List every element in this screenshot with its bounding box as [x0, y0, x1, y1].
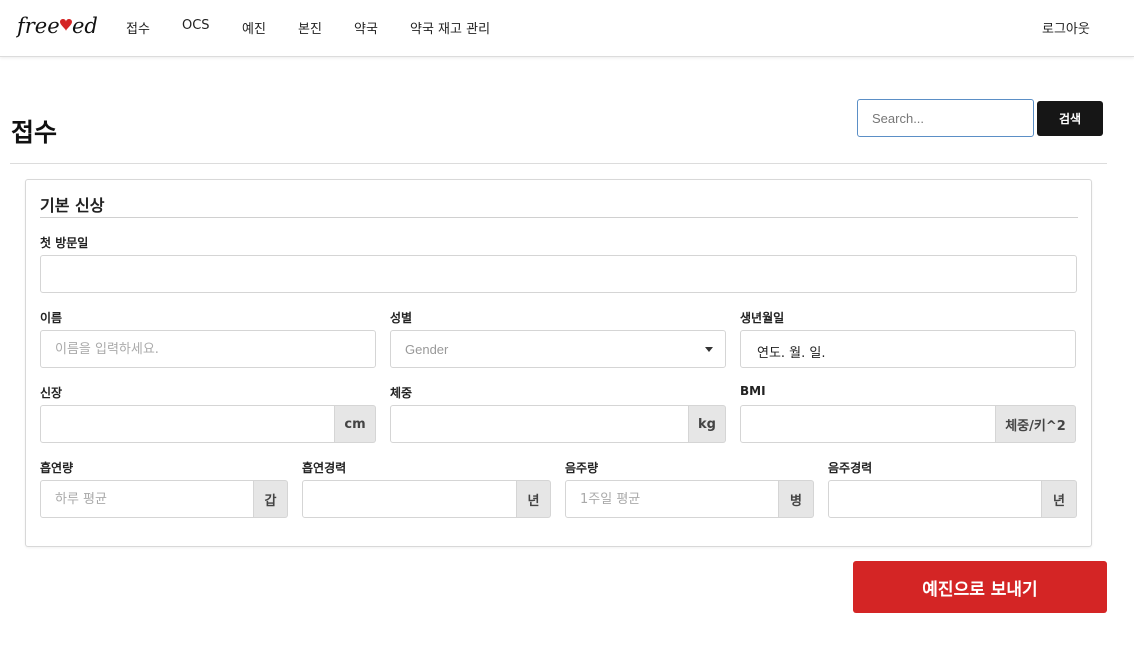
smoking-years-label: 흡연경력 [302, 461, 347, 475]
height-input[interactable] [40, 405, 335, 443]
weight-unit: kg [689, 405, 726, 443]
birth-date-value: 연도. 월. 일. [757, 346, 826, 361]
first-visit-input[interactable] [40, 255, 1077, 293]
top-navbar: free ed 접수 OCS 예진 본진 약국 약국 재고 관리 로그아웃 [0, 0, 1134, 57]
birth-date-input[interactable]: 연도. 월. 일. [740, 330, 1076, 368]
drinking-years-input[interactable] [828, 480, 1042, 518]
smoking-years-input[interactable] [302, 480, 517, 518]
nav-item-ocs[interactable]: OCS [182, 18, 210, 33]
gender-label: 성별 [390, 311, 413, 325]
logout-link[interactable]: 로그아웃 [1042, 18, 1090, 37]
drinking-amount-unit: 병 [779, 480, 814, 518]
bmi-unit: 체중/키^2 [996, 405, 1076, 443]
smoking-amount-unit: 갑 [254, 480, 288, 518]
name-label: 이름 [40, 311, 63, 325]
chevron-down-icon [705, 347, 713, 352]
nav-item-main-exam[interactable]: 본진 [298, 18, 322, 37]
nav-item-pharmacy-inventory[interactable]: 약국 재고 관리 [410, 18, 490, 37]
bmi-input[interactable] [740, 405, 996, 443]
drinking-years-unit: 년 [1042, 480, 1077, 518]
section-divider [40, 217, 1078, 218]
svg-text:ed: ed [72, 14, 98, 38]
weight-label: 체중 [390, 386, 413, 400]
nav-item-pharmacy[interactable]: 약국 [354, 18, 378, 37]
bmi-label: BMI [740, 384, 766, 398]
nav-item-pre-exam[interactable]: 예진 [242, 18, 266, 37]
height-label: 신장 [40, 386, 63, 400]
smoking-amount-label: 흡연량 [40, 461, 74, 475]
first-visit-label: 첫 방문일 [40, 236, 89, 250]
section-title: 기본 신상 [40, 196, 105, 215]
send-to-pre-exam-button[interactable]: 예진으로 보내기 [853, 561, 1107, 613]
drinking-amount-label: 음주량 [565, 461, 599, 475]
search-input[interactable] [857, 99, 1034, 137]
page-title: 접수 [11, 118, 58, 147]
search-button[interactable]: 검색 [1037, 101, 1103, 136]
svg-text:free: free [16, 14, 60, 38]
drinking-years-label: 음주경력 [828, 461, 873, 475]
weight-input[interactable] [390, 405, 689, 443]
gender-select[interactable]: Gender [390, 330, 726, 368]
freemed-logo[interactable]: free ed [16, 6, 102, 44]
smoking-amount-input[interactable] [40, 480, 254, 518]
drinking-amount-input[interactable] [565, 480, 779, 518]
nav-item-reception[interactable]: 접수 [126, 18, 150, 37]
smoking-years-unit: 년 [517, 480, 551, 518]
gender-select-value: Gender [405, 342, 449, 357]
height-unit: cm [335, 405, 376, 443]
name-input[interactable] [40, 330, 376, 368]
title-divider [10, 163, 1107, 164]
basic-info-card: 기본 신상 첫 방문일 이름 성별 Gender 생년월일 연도. 월. 일. … [25, 179, 1092, 547]
birth-label: 생년월일 [740, 311, 785, 325]
